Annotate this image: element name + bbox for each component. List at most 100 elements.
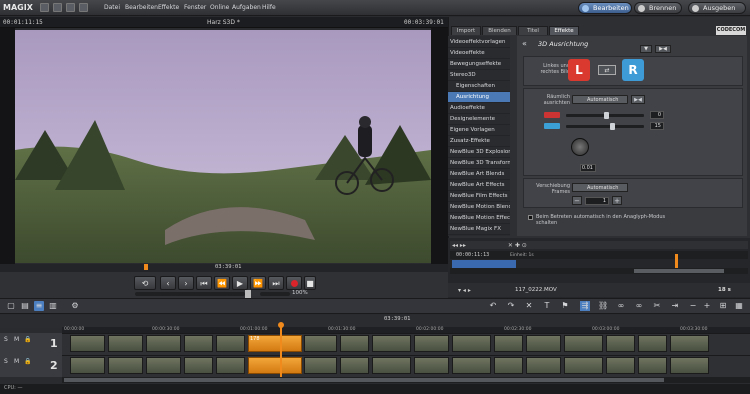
category-item[interactable]: NewBlue Film Effects bbox=[448, 191, 510, 202]
category-item[interactable]: NewBlue Magix FX bbox=[448, 224, 510, 235]
mini-playhead[interactable] bbox=[675, 254, 678, 268]
menu-hilfe[interactable]: Hilfe bbox=[262, 4, 276, 11]
timeline-playhead[interactable] bbox=[280, 326, 282, 378]
ungroup-icon[interactable]: ∞ bbox=[634, 301, 644, 311]
video-clip[interactable] bbox=[304, 335, 337, 352]
rotation-dial[interactable] bbox=[571, 138, 589, 156]
apply-button[interactable]: ▶◀ bbox=[655, 45, 671, 53]
frames-minus-button[interactable]: − bbox=[572, 196, 582, 205]
volume-knob[interactable] bbox=[245, 290, 251, 298]
category-item[interactable]: Videoeffektvorlagen bbox=[448, 37, 510, 48]
fit-icon[interactable]: ⊞ bbox=[718, 301, 728, 311]
undo-icon[interactable] bbox=[66, 3, 75, 12]
category-item[interactable]: NewBlue Motion Blends bbox=[448, 202, 510, 213]
back-icon[interactable]: « bbox=[522, 39, 527, 48]
rotation-slider[interactable] bbox=[566, 125, 644, 128]
video-clip[interactable] bbox=[414, 335, 449, 352]
swap-icon[interactable]: ⇄ bbox=[598, 65, 616, 75]
category-item[interactable]: Videoeffekte bbox=[448, 48, 510, 59]
mouse-mode-icon[interactable]: ⚙ bbox=[70, 301, 80, 311]
track-2-solo[interactable]: S bbox=[4, 358, 8, 365]
redo-icon[interactable] bbox=[79, 3, 88, 12]
video-clip[interactable] bbox=[146, 357, 181, 374]
video-clip[interactable] bbox=[452, 335, 491, 352]
forward-button[interactable]: ⏩ bbox=[250, 276, 266, 290]
vertical-shift-knob[interactable] bbox=[604, 112, 609, 119]
vertical-shift-value[interactable]: 0 bbox=[650, 111, 664, 119]
volume-slider[interactable] bbox=[135, 292, 245, 296]
track-1-lock-icon[interactable]: 🔒 bbox=[24, 336, 31, 343]
open-icon[interactable] bbox=[40, 3, 49, 12]
tab-titel[interactable]: Titel bbox=[518, 26, 548, 35]
save-icon[interactable] bbox=[53, 3, 62, 12]
anaglyph-checkbox[interactable] bbox=[528, 215, 533, 220]
undo-tool-icon[interactable]: ↶ bbox=[488, 301, 498, 311]
tab-effekte[interactable]: Effekte bbox=[549, 26, 579, 35]
go-start-button[interactable]: ⏮ bbox=[196, 276, 212, 290]
mode-brennen-button[interactable]: Brennen bbox=[634, 2, 682, 14]
tab-import[interactable]: Import bbox=[451, 26, 481, 35]
video-clip[interactable] bbox=[304, 357, 337, 374]
video-clip[interactable] bbox=[638, 357, 667, 374]
link-icon[interactable]: ⛓ bbox=[598, 301, 608, 311]
category-item[interactable]: Bewegungseffekte bbox=[448, 59, 510, 70]
video-clip[interactable] bbox=[108, 357, 143, 374]
menu-fenster[interactable]: Fenster bbox=[184, 4, 206, 11]
video-clip[interactable] bbox=[526, 335, 561, 352]
prev-marker-button[interactable]: ‹ bbox=[160, 276, 176, 290]
video-clip[interactable] bbox=[108, 335, 143, 352]
next-marker-button[interactable]: › bbox=[178, 276, 194, 290]
video-clip[interactable] bbox=[70, 335, 105, 352]
category-item[interactable]: NewBlue 3D Transform bbox=[448, 158, 510, 169]
auto-align-button[interactable]: Automatisch bbox=[572, 95, 628, 104]
rotation-value[interactable]: 15 bbox=[650, 122, 664, 130]
frames-plus-button[interactable]: + bbox=[612, 196, 622, 205]
video-clip[interactable] bbox=[606, 357, 635, 374]
track-1-mute[interactable]: M bbox=[14, 336, 19, 343]
tab-blenden[interactable]: Blenden bbox=[482, 26, 517, 35]
selected-clip-track2[interactable] bbox=[248, 357, 302, 374]
video-preview[interactable] bbox=[15, 30, 431, 263]
marker-icon[interactable]: ⚑ bbox=[560, 301, 570, 311]
title-icon[interactable]: T bbox=[542, 301, 552, 311]
video-clip[interactable] bbox=[184, 335, 213, 352]
category-item[interactable]: Ausrichtung bbox=[448, 92, 510, 103]
category-item[interactable]: Designelemente bbox=[448, 114, 510, 125]
mini-clip-bar[interactable] bbox=[452, 260, 516, 268]
track-2-lock-icon[interactable]: 🔒 bbox=[24, 358, 31, 365]
media-nav-arrows[interactable]: ▾ ◂ ▸ bbox=[458, 287, 471, 294]
video-clip[interactable] bbox=[638, 335, 667, 352]
video-clip[interactable] bbox=[564, 335, 603, 352]
left-image-badge[interactable]: L bbox=[568, 59, 590, 81]
category-item[interactable]: Eigenschaften bbox=[448, 81, 510, 92]
video-clip[interactable] bbox=[216, 357, 245, 374]
track-2-mute[interactable]: M bbox=[14, 358, 19, 365]
video-clip[interactable] bbox=[70, 357, 105, 374]
dropdown-button[interactable]: ▼ bbox=[640, 45, 652, 53]
video-clip[interactable] bbox=[564, 357, 603, 374]
category-item[interactable]: NewBlue 3D Explosion bbox=[448, 147, 510, 158]
track-1-solo[interactable]: S bbox=[4, 336, 8, 343]
go-end-button[interactable]: ⏭ bbox=[268, 276, 284, 290]
split-icon[interactable]: ⇥ bbox=[670, 301, 680, 311]
scrub-playhead[interactable] bbox=[144, 264, 148, 270]
mode-ausgeben-button[interactable]: Ausgeben bbox=[688, 2, 746, 14]
menu-online[interactable]: Online bbox=[210, 4, 229, 11]
dial-value[interactable]: 0.01 bbox=[580, 164, 596, 172]
stop-button[interactable]: ■ bbox=[304, 276, 316, 290]
auto-shift-button[interactable]: Automatisch bbox=[572, 183, 628, 192]
settings-icon[interactable]: ▦ bbox=[734, 301, 744, 311]
video-clip[interactable] bbox=[372, 357, 411, 374]
storyboard-icon[interactable]: ▢ bbox=[6, 301, 16, 311]
menu-bearbeiten[interactable]: Bearbeiten bbox=[125, 4, 158, 11]
menu-effekte[interactable]: Effekte bbox=[158, 4, 179, 11]
insert-mode-icon[interactable]: ⇶ bbox=[580, 301, 590, 311]
overview-icon[interactable]: ▤ bbox=[20, 301, 30, 311]
menu-aufgaben[interactable]: Aufgaben bbox=[232, 4, 261, 11]
video-clip[interactable] bbox=[452, 357, 491, 374]
video-clip[interactable] bbox=[340, 357, 369, 374]
zoom-in-icon[interactable]: + bbox=[702, 301, 712, 311]
play-button[interactable]: ▶ bbox=[232, 276, 248, 290]
timeline-mode-icon[interactable]: ≡ bbox=[34, 301, 44, 311]
video-clip[interactable] bbox=[414, 357, 449, 374]
